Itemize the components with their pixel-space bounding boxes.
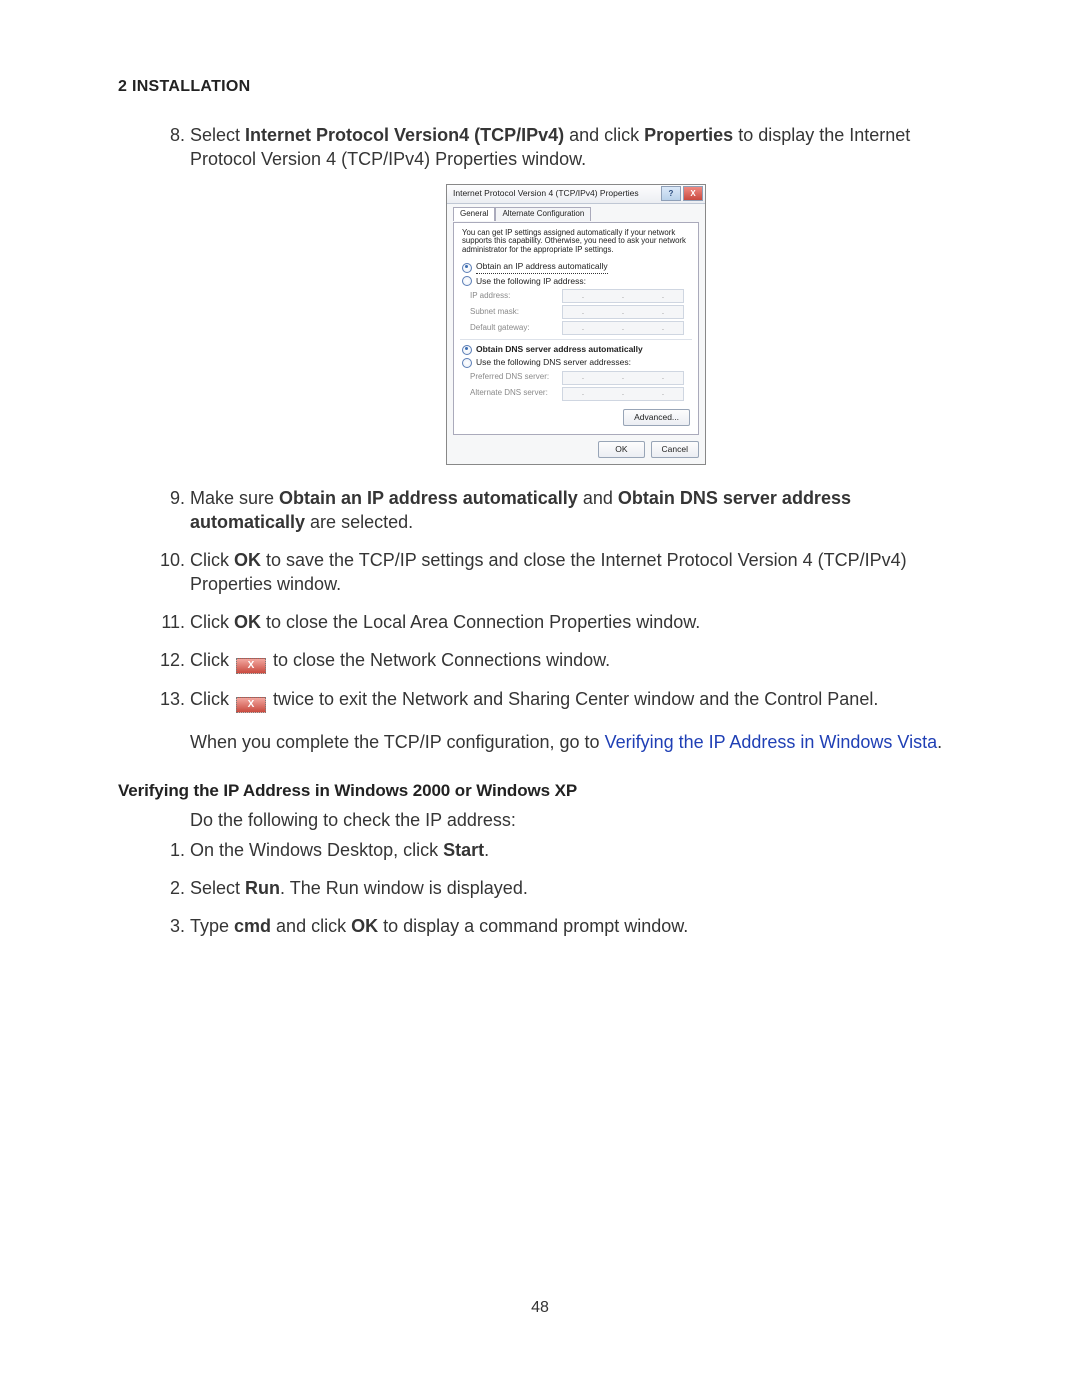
radio-label: Use the following IP address: — [476, 276, 586, 287]
preferred-dns-label: Preferred DNS server: — [470, 372, 556, 383]
text: When you complete the TCP/IP configurati… — [190, 732, 605, 752]
text: On the Windows Desktop, click — [190, 840, 443, 860]
close-icon: X — [236, 658, 266, 674]
radio-icon — [462, 358, 472, 368]
text: Click — [190, 550, 234, 570]
advanced-button[interactable]: Advanced... — [623, 409, 690, 426]
text: . — [937, 732, 942, 752]
text: Click — [190, 612, 234, 632]
ip-address-label: IP address: — [470, 291, 556, 302]
text: to close the Local Area Connection Prope… — [261, 612, 700, 632]
tab-general[interactable]: General — [453, 207, 495, 221]
step-12: Click X to close the Network Connections… — [190, 649, 962, 674]
step-b2: Select Run. The Run window is displayed. — [190, 877, 962, 901]
step-10: Click OK to save the TCP/IP settings and… — [190, 549, 962, 597]
dialog-titlebar: Internet Protocol Version 4 (TCP/IPv4) P… — [447, 185, 705, 204]
text: Click — [190, 689, 234, 709]
step-13: Click X twice to exit the Network and Sh… — [190, 688, 962, 713]
default-gateway-label: Default gateway: — [470, 323, 556, 334]
step-8: Select Internet Protocol Version4 (TCP/I… — [190, 124, 962, 465]
close-button[interactable]: X — [683, 186, 703, 201]
help-button[interactable]: ? — [661, 186, 681, 201]
ok-button[interactable]: OK — [598, 441, 644, 458]
tcpip-properties-dialog: Internet Protocol Version 4 (TCP/IPv4) P… — [446, 184, 706, 465]
subnet-mask-field: ... — [562, 305, 684, 319]
text: Select — [190, 125, 245, 145]
text-bold: Start — [443, 840, 484, 860]
preferred-dns-field: ... — [562, 371, 684, 385]
alternate-dns-field: ... — [562, 387, 684, 401]
text-bold: Run — [245, 878, 280, 898]
text: . — [484, 840, 489, 860]
section-header: 2 INSTALLATION — [118, 78, 962, 96]
radio-use-following-dns[interactable]: Use the following DNS server addresses: — [462, 357, 690, 368]
radio-icon — [462, 276, 472, 286]
instruction-list-a: Select Internet Protocol Version4 (TCP/I… — [118, 124, 962, 713]
close-icon: X — [236, 697, 266, 713]
radio-label: Obtain DNS server address automatically — [476, 344, 643, 355]
dialog-title: Internet Protocol Version 4 (TCP/IPv4) P… — [453, 188, 639, 199]
radio-use-following-ip[interactable]: Use the following IP address: — [462, 276, 690, 287]
text: Type — [190, 916, 234, 936]
text-bold: OK — [234, 612, 261, 632]
subnet-mask-label: Subnet mask: — [470, 307, 556, 318]
text: to close the Network Connections window. — [268, 650, 610, 670]
closing-paragraph: When you complete the TCP/IP configurati… — [118, 731, 962, 755]
text: and — [578, 488, 618, 508]
step-b3: Type cmd and click OK to display a comma… — [190, 915, 962, 939]
link-verify-ip-vista[interactable]: Verifying the IP Address in Windows Vist… — [605, 732, 938, 752]
default-gateway-field: ... — [562, 321, 684, 335]
step-b1: On the Windows Desktop, click Start. — [190, 839, 962, 863]
text: to display a command prompt window. — [378, 916, 688, 936]
ip-address-field: ... — [562, 289, 684, 303]
step-11: Click OK to close the Local Area Connect… — [190, 611, 962, 635]
cancel-button[interactable]: Cancel — [651, 441, 699, 458]
text: Click — [190, 650, 234, 670]
text-bold: OK — [234, 550, 261, 570]
dialog-figure: Internet Protocol Version 4 (TCP/IPv4) P… — [190, 184, 962, 465]
tab-alternate-configuration[interactable]: Alternate Configuration — [495, 207, 591, 221]
instruction-list-b: On the Windows Desktop, click Start. Sel… — [118, 839, 962, 939]
text: Make sure — [190, 488, 279, 508]
radio-icon — [462, 263, 472, 273]
radio-obtain-dns-auto[interactable]: Obtain DNS server address automatically — [462, 344, 690, 355]
alternate-dns-label: Alternate DNS server: — [470, 388, 556, 399]
subsection-header: Verifying the IP Address in Windows 2000… — [118, 781, 962, 801]
text: and click — [564, 125, 644, 145]
tab-panel: You can get IP settings assigned automat… — [453, 222, 699, 435]
text-bold: Obtain an IP address automatically — [279, 488, 578, 508]
radio-icon — [462, 345, 472, 355]
intro-text: Do the following to check the IP address… — [118, 809, 962, 833]
text: . The Run window is displayed. — [280, 878, 528, 898]
text: Select — [190, 878, 245, 898]
text-bold: Properties — [644, 125, 733, 145]
radio-label: Use the following DNS server addresses: — [476, 357, 631, 368]
text-bold: Internet Protocol Version4 (TCP/IPv4) — [245, 125, 564, 145]
radio-label: Obtain an IP address automatically — [476, 261, 608, 273]
hint-text: You can get IP settings assigned automat… — [462, 229, 690, 256]
text-bold: cmd — [234, 916, 271, 936]
text: are selected. — [305, 512, 413, 532]
text: and click — [271, 916, 351, 936]
text: twice to exit the Network and Sharing Ce… — [268, 689, 878, 709]
page-number: 48 — [0, 1299, 1080, 1317]
text-bold: OK — [351, 916, 378, 936]
radio-obtain-ip-auto[interactable]: Obtain an IP address automatically — [462, 261, 690, 273]
step-9: Make sure Obtain an IP address automatic… — [190, 487, 962, 535]
text: to save the TCP/IP settings and close th… — [190, 550, 907, 594]
